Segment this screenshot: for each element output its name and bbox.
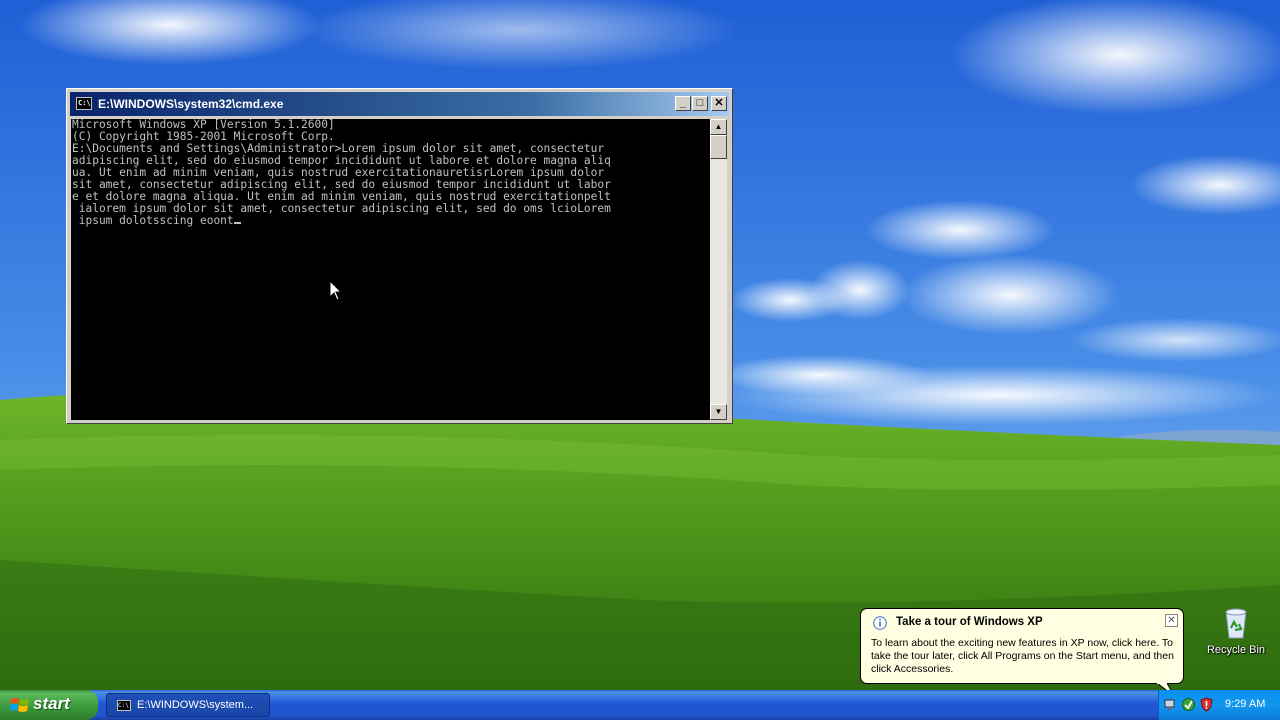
close-icon: ✕ — [714, 97, 724, 109]
balloon-title[interactable]: Take a tour of Windows XP — [896, 616, 1043, 628]
arrow-down-icon: ▼ — [714, 407, 723, 416]
maximize-button[interactable]: □ — [692, 96, 708, 111]
maximize-icon: □ — [696, 97, 704, 109]
tray-clock[interactable]: 9:29 AM — [1225, 698, 1265, 710]
tour-balloon[interactable]: Take a tour of Windows XP ✕ To learn abo… — [860, 608, 1184, 697]
cmd-app-icon[interactable]: C:\ — [76, 97, 92, 110]
scroll-down-button[interactable]: ▼ — [710, 404, 727, 420]
minimize-icon: _ — [679, 97, 687, 109]
console-line: ipsum dolotsscing eoont — [72, 214, 234, 227]
balloon-close-button[interactable]: ✕ — [1165, 614, 1178, 627]
taskbar: start C:\ E:\WINDOWS\system... 9:29 AM — [0, 690, 1280, 720]
close-icon: ✕ — [1167, 615, 1176, 626]
window-title: E:\WINDOWS\system32\cmd.exe — [98, 97, 284, 111]
info-icon — [873, 616, 887, 630]
vertical-scrollbar[interactable]: ▲ ▼ — [710, 119, 727, 420]
cmd-window[interactable]: C:\ E:\WINDOWS\system32\cmd.exe _ □ ✕ Mi… — [66, 88, 733, 424]
scroll-thumb[interactable] — [710, 135, 727, 159]
mouse-pointer-icon — [329, 279, 343, 302]
arrow-up-icon: ▲ — [714, 122, 723, 131]
system-tray: 9:29 AM — [1158, 690, 1280, 720]
console-output[interactable]: Microsoft Windows XP [Version 5.1.2600](… — [71, 119, 710, 420]
recycle-bin-icon — [1219, 606, 1253, 640]
desktop-icon-recycle-bin[interactable]: Recycle Bin — [1200, 606, 1272, 656]
taskbar-button-label: E:\WINDOWS\system... — [137, 699, 254, 711]
scroll-up-button[interactable]: ▲ — [710, 119, 727, 135]
minimize-button[interactable]: _ — [675, 96, 691, 111]
start-label: start — [33, 694, 70, 713]
security-shield-icon[interactable] — [1199, 697, 1214, 712]
balloon-body[interactable]: To learn about the exciting new features… — [871, 637, 1177, 676]
taskbar-button-cmd[interactable]: C:\ E:\WINDOWS\system... — [106, 693, 270, 717]
windows-logo-icon — [9, 696, 30, 714]
text-cursor — [233, 222, 241, 224]
desktop-icon-label: Recycle Bin — [1206, 644, 1266, 656]
update-icon[interactable] — [1181, 697, 1196, 712]
close-button[interactable]: ✕ — [711, 96, 727, 111]
network-icon[interactable] — [1163, 697, 1178, 712]
cmd-app-icon: C:\ — [117, 700, 131, 711]
start-button[interactable]: start — [0, 690, 98, 720]
window-title-bar[interactable]: C:\ E:\WINDOWS\system32\cmd.exe _ □ ✕ — [70, 92, 729, 116]
